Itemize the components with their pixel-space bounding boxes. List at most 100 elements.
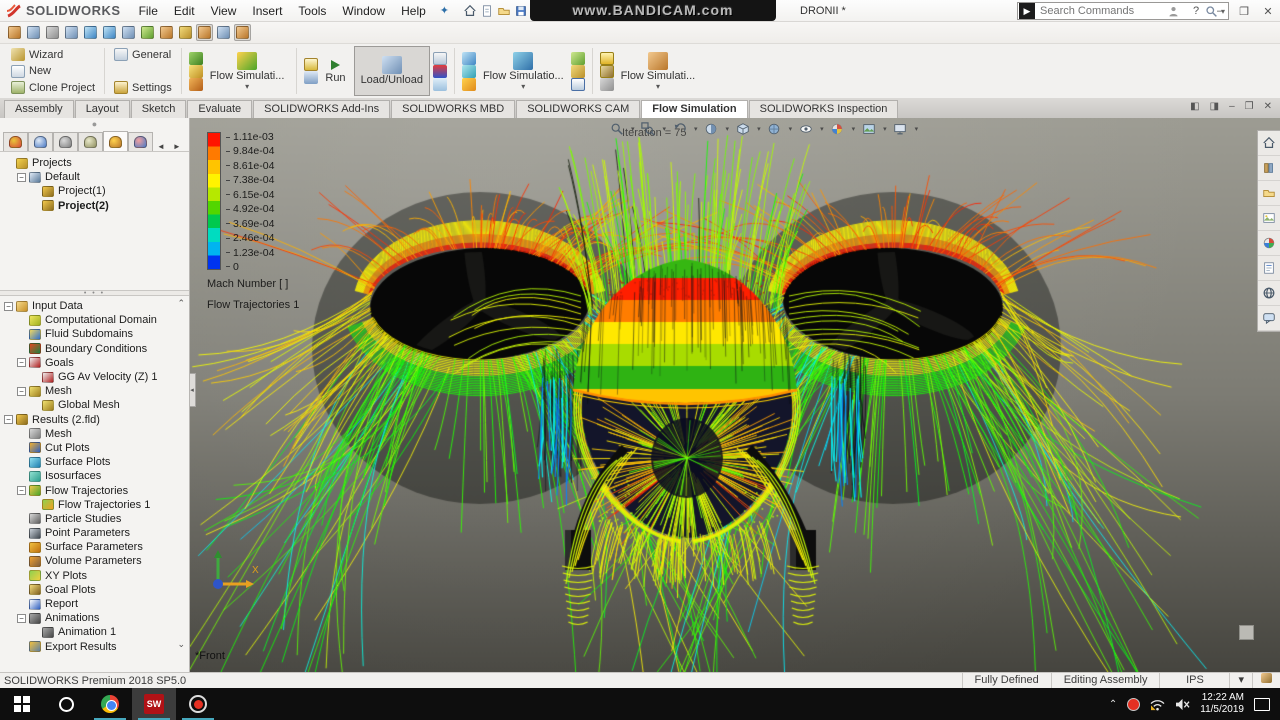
tabs-scroll-left-icon[interactable]: ◄ — [153, 142, 169, 151]
expander-icon[interactable]: − — [17, 486, 26, 495]
apply-scene-caret-icon[interactable]: ▾ — [882, 125, 887, 133]
design-library-icon[interactable] — [1258, 156, 1280, 181]
tree-item-global-mesh[interactable]: Global Mesh — [0, 398, 189, 412]
menu-window[interactable]: Window — [334, 0, 393, 22]
scroll-down-icon[interactable]: ⌄ — [177, 639, 185, 650]
search-scope-icon[interactable]: ▶ — [1019, 3, 1035, 19]
tab-assembly[interactable]: Assembly — [4, 100, 74, 118]
tree-item-project-1-[interactable]: Project(1) — [0, 184, 189, 198]
menu-tools[interactable]: Tools — [290, 0, 334, 22]
help-icon[interactable]: ? — [1188, 5, 1204, 17]
taskbar-bandicam[interactable] — [176, 688, 220, 720]
zoom-to-area-caret-icon[interactable]: ▾ — [662, 125, 667, 133]
doc-restore-button[interactable]: ❐ — [1245, 101, 1254, 112]
flow-simulation-dropdown-1[interactable]: Flow Simulati...▾ — [204, 52, 291, 91]
manager-tab-configuration-manager[interactable] — [53, 132, 78, 151]
wizard-button[interactable]: Wizard — [8, 47, 98, 62]
expander-icon[interactable]: − — [17, 173, 26, 182]
large-assembly-mode-icon[interactable] — [234, 24, 251, 41]
manager-tab-dimxpert-manager[interactable] — [78, 132, 103, 151]
conditions-icon-2[interactable] — [189, 65, 203, 78]
flow-trajectories-render[interactable] — [190, 118, 1280, 672]
goal-plot-icon[interactable] — [571, 65, 585, 78]
pane-left-icon[interactable]: ◧ — [1190, 101, 1199, 112]
update-assembly-icon[interactable] — [215, 24, 232, 41]
general-settings-row2[interactable]: Settings — [111, 80, 175, 95]
restore-button[interactable]: ❐ — [1236, 5, 1252, 18]
view-settings-caret-icon[interactable]: ▾ — [914, 125, 919, 133]
file-explorer-icon[interactable] — [1258, 181, 1280, 206]
zoom-to-fit-icon[interactable] — [608, 120, 625, 137]
reference-geometry-icon[interactable] — [139, 24, 156, 41]
flow-simulation-dropdown-2[interactable]: Flow Simulatio...▾ — [477, 52, 570, 91]
user-account-icon[interactable] — [1167, 5, 1180, 18]
lighting-icon[interactable] — [600, 52, 614, 65]
tree-item-results-2-fld-[interactable]: −Results (2.fld) — [0, 413, 189, 427]
expander-icon[interactable]: − — [17, 614, 26, 623]
linear-component-pattern-icon[interactable] — [63, 24, 80, 41]
view-palette-icon[interactable] — [1258, 206, 1280, 231]
save-icon[interactable] — [512, 2, 529, 19]
edit-component-icon[interactable] — [6, 24, 23, 41]
tray-expand-icon[interactable]: ⌃ — [1109, 699, 1117, 710]
appearances-scenes-icon[interactable] — [1258, 231, 1280, 256]
doc-close-button[interactable]: ✕ — [1264, 101, 1272, 112]
taskbar-clock[interactable]: 12:22 AM11/5/2019 — [1200, 692, 1244, 717]
edit-appearance-caret-icon[interactable]: ▾ — [851, 125, 856, 133]
expander-icon[interactable]: − — [4, 415, 13, 424]
home-icon[interactable] — [461, 2, 478, 19]
tree-item-flow-trajectories-1[interactable]: Flow Trajectories 1 — [0, 498, 189, 512]
menu-insert[interactable]: Insert — [244, 0, 290, 22]
manager-tab-display-manager[interactable] — [128, 132, 153, 151]
tree-item-mesh[interactable]: −Mesh — [0, 384, 189, 398]
tree-item-gg-av-velocity-z-1[interactable]: GG Av Velocity (Z) 1 — [0, 370, 189, 384]
new-document-icon[interactable] — [478, 2, 495, 19]
solidworks-resources-icon[interactable] — [1258, 131, 1280, 156]
solve-settings-icon[interactable] — [304, 71, 318, 84]
view-orientation-icon[interactable] — [734, 120, 751, 137]
insert-components-icon[interactable] — [25, 24, 42, 41]
tabs-scroll-right-icon[interactable]: ► — [169, 142, 185, 151]
isosurface-icon[interactable] — [462, 78, 476, 91]
menu-file[interactable]: File — [131, 0, 166, 22]
load-results-icon[interactable] — [433, 52, 447, 65]
conditions-icon-1[interactable] — [189, 52, 203, 65]
surface-plot-icon[interactable] — [462, 65, 476, 78]
mesh-display-icon[interactable] — [600, 78, 614, 91]
zoom-to-area-icon[interactable] — [640, 120, 657, 137]
units-selector[interactable]: IPS — [1159, 673, 1229, 689]
report-icon[interactable] — [571, 78, 585, 91]
tab-solidworks-mbd[interactable]: SOLIDWORKS MBD — [391, 100, 515, 118]
geometry-display-icon[interactable] — [600, 65, 614, 78]
cut-plot-icon[interactable] — [462, 52, 476, 65]
tab-layout[interactable]: Layout — [75, 100, 130, 118]
menu-help[interactable]: Help — [393, 0, 434, 22]
doc-minimize-button[interactable]: – — [1229, 101, 1235, 112]
cortana-button[interactable] — [44, 688, 88, 720]
solidworks-forum-icon[interactable] — [1258, 281, 1280, 306]
exploded-view-icon[interactable] — [177, 24, 194, 41]
previous-view-caret-icon[interactable]: ▾ — [693, 125, 698, 133]
close-button[interactable]: ✕ — [1260, 5, 1276, 18]
manager-tab-property-manager[interactable] — [28, 132, 53, 151]
edit-appearance-icon[interactable] — [829, 120, 846, 137]
tree-item-cut-plots[interactable]: Cut Plots — [0, 441, 189, 455]
bill-of-materials-icon[interactable] — [158, 24, 175, 41]
tab-sketch[interactable]: Sketch — [131, 100, 187, 118]
tree-item-report[interactable]: Report — [0, 597, 189, 611]
tree-item-flow-trajectories[interactable]: −Flow Trajectories — [0, 483, 189, 497]
mesh-settings-icon[interactable] — [304, 58, 318, 71]
action-center-icon[interactable] — [1254, 698, 1270, 711]
view-settings-icon[interactable] — [892, 120, 909, 137]
hide-show-items-caret-icon[interactable]: ▾ — [819, 125, 824, 133]
panel-drag-handle[interactable]: ● — [0, 118, 189, 132]
apply-scene-icon[interactable] — [860, 120, 877, 137]
minimize-button[interactable]: – — [1212, 5, 1228, 17]
tree-item-xy-plots[interactable]: XY Plots — [0, 569, 189, 583]
tree-item-export-results[interactable]: Export Results — [0, 640, 189, 653]
tree-item-volume-parameters[interactable]: Volume Parameters — [0, 554, 189, 568]
hide-show-items-icon[interactable] — [797, 120, 814, 137]
pin-menu-icon[interactable]: ✦ — [434, 4, 455, 17]
tree-item-input-data[interactable]: −Input Data — [0, 299, 189, 313]
menu-view[interactable]: View — [203, 0, 245, 22]
